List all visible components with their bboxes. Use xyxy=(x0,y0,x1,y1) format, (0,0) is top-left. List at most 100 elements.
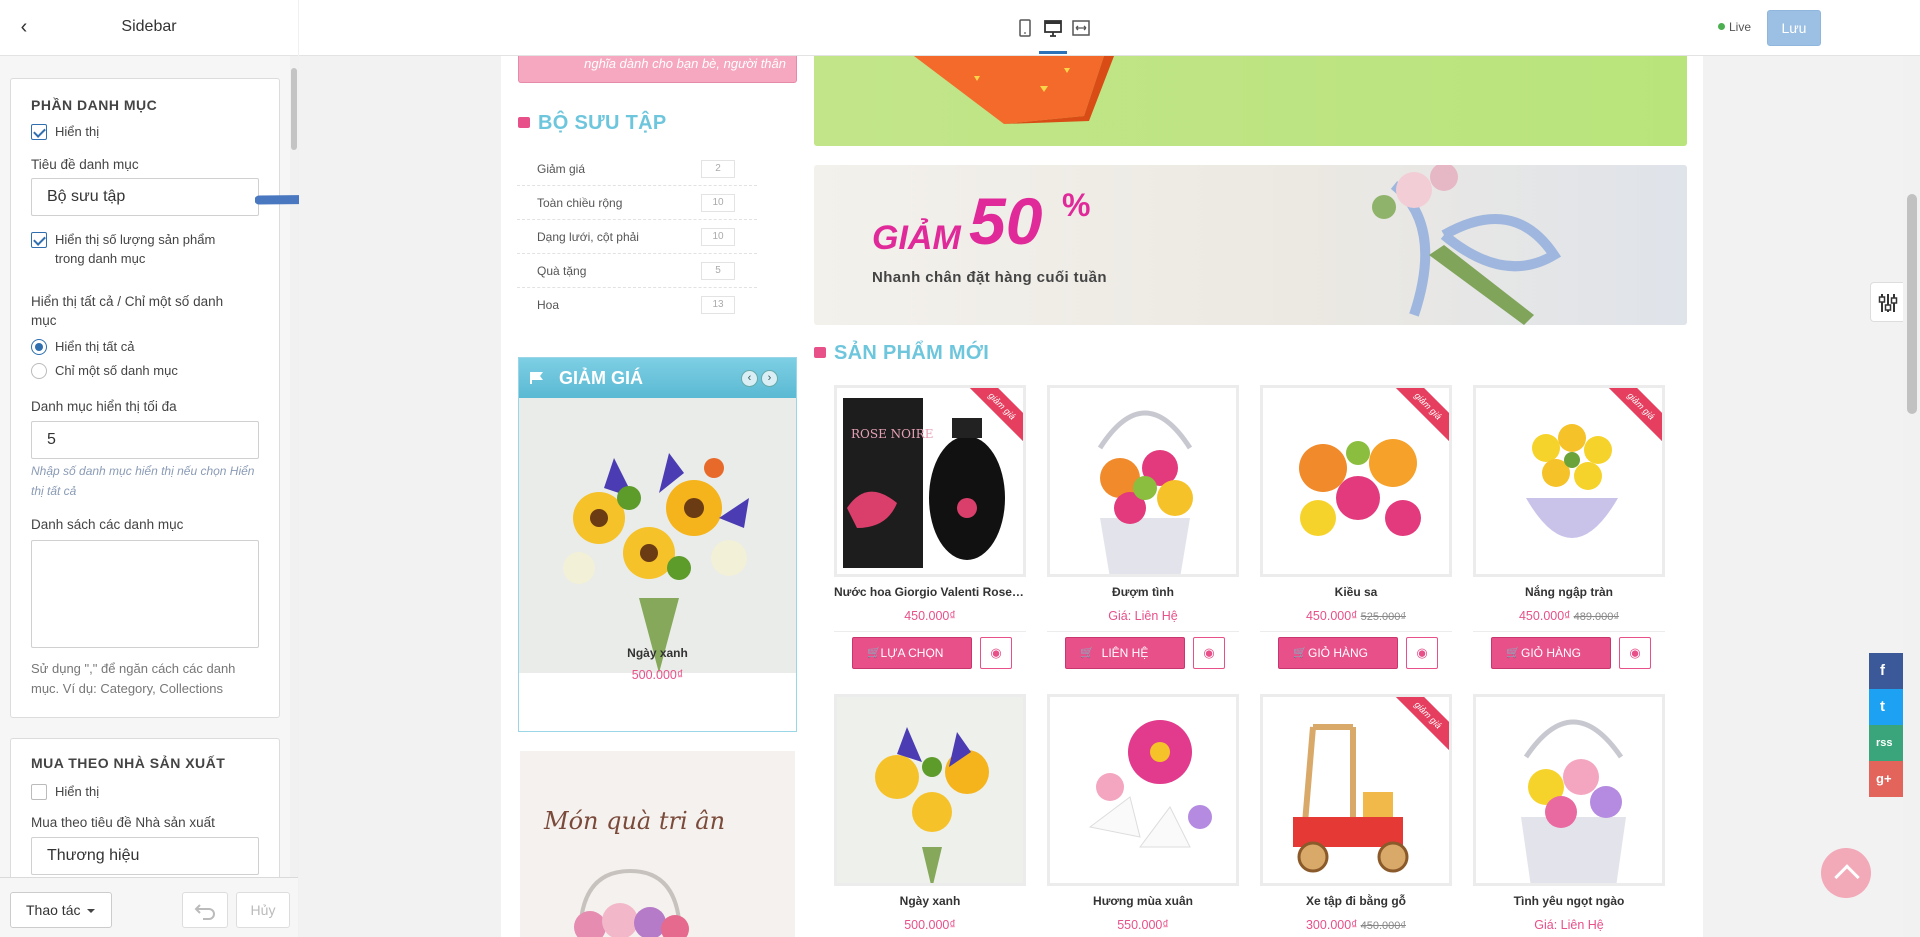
category-row[interactable]: Giảm giá 2 xyxy=(517,152,757,186)
back-to-top-button[interactable] xyxy=(1821,848,1871,898)
product-image[interactable]: ROSE NOIRE giảm giá xyxy=(834,385,1026,577)
show-count-checkbox[interactable] xyxy=(31,232,47,248)
product-name[interactable]: Ngày xanh xyxy=(834,894,1026,908)
prev-arrow-button[interactable]: ‹ xyxy=(741,370,758,387)
twitter-icon[interactable]: t xyxy=(1869,689,1903,725)
product-name[interactable]: Nước hoa Giorgio Valenti Rose Noire xyxy=(834,585,1026,599)
mobile-view-button[interactable] xyxy=(1011,14,1039,42)
sale-banner-percent-sign: % xyxy=(1062,187,1091,223)
category-row[interactable]: Toàn chiều rộng 10 xyxy=(517,186,757,220)
product-price: 300.000₫ 450.000₫ xyxy=(1260,918,1452,932)
product-current-price: 300.000₫ xyxy=(1305,918,1358,932)
desktop-icon xyxy=(1044,20,1062,37)
sale-product-name[interactable]: Ngày xanh xyxy=(519,646,796,660)
scope-some-radio[interactable] xyxy=(31,363,47,379)
flower-basket-image xyxy=(1476,697,1662,883)
product-image[interactable] xyxy=(1473,694,1665,886)
category-row[interactable]: Quà tặng 5 xyxy=(517,254,757,288)
actions-dropdown[interactable]: Thao tác xyxy=(10,892,112,928)
editor-scroll-area: PHẦN DANH MỤC Hiển thị Tiêu đề danh mục … xyxy=(0,56,298,877)
product-image[interactable]: giảm giá xyxy=(1260,385,1452,577)
preview-scrollbar-thumb[interactable] xyxy=(1907,194,1917,414)
product-image[interactable] xyxy=(1047,694,1239,886)
category-list-textarea[interactable] xyxy=(31,540,259,648)
scope-all-radio[interactable] xyxy=(31,339,47,355)
max-categories-label: Danh mục hiển thị tối đa xyxy=(31,399,177,414)
max-categories-hint-line2: thị tất cả xyxy=(31,484,77,498)
cancel-button[interactable]: Hủy xyxy=(236,892,290,928)
preview-scrollbar[interactable] xyxy=(1903,56,1920,937)
promo-banner[interactable]: nghĩa dành cho bạn bè, người thân xyxy=(518,56,797,83)
quick-view-icon[interactable]: ◉ xyxy=(1193,637,1225,669)
flower-basket-image xyxy=(574,868,689,937)
category-name: Giảm giá xyxy=(537,162,586,176)
product-price: Giá: Liên Hệ xyxy=(1473,918,1665,932)
gift-box-image xyxy=(914,56,1114,124)
next-arrow-button[interactable]: › xyxy=(761,370,778,387)
theme-settings-button[interactable] xyxy=(1870,282,1904,322)
gift-box-banner[interactable] xyxy=(814,56,1687,146)
product-old-price: 525.000₫ xyxy=(1360,611,1407,623)
product-image[interactable] xyxy=(834,694,1026,886)
fullwidth-view-button[interactable] xyxy=(1067,14,1095,42)
show-category-checkbox[interactable] xyxy=(31,124,47,140)
flower-bouquet-image[interactable] xyxy=(519,398,796,673)
product-name[interactable]: Xe tập đi bằng gỗ xyxy=(1260,894,1452,908)
product-name[interactable]: Tình yêu ngọt ngào xyxy=(1473,894,1665,908)
product-divider xyxy=(834,631,1026,632)
contact-button[interactable]: LIÊN HỆ xyxy=(1065,637,1185,669)
quick-view-icon[interactable]: ◉ xyxy=(1406,637,1438,669)
sale-widget: GIẢM GIÁ ‹ › Ngày xanh 500.000₫ xyxy=(518,357,797,732)
choose-button[interactable]: LỰA CHỌN xyxy=(852,637,972,669)
category-row[interactable]: Hoa 13 xyxy=(517,288,757,322)
product-image[interactable]: giảm giá xyxy=(1473,385,1665,577)
desktop-view-button[interactable] xyxy=(1039,14,1067,54)
category-count: 2 xyxy=(701,160,735,178)
quick-view-icon[interactable]: ◉ xyxy=(980,637,1012,669)
product-name[interactable]: Đượm tình xyxy=(1047,585,1239,599)
quick-view-icon[interactable]: ◉ xyxy=(1619,637,1651,669)
save-button[interactable]: Lưu xyxy=(1767,10,1821,46)
product-name[interactable]: Hương mùa xuân xyxy=(1047,894,1239,908)
product-image[interactable] xyxy=(1047,385,1239,577)
vendor-section-title: MUA THEO NHÀ SẢN XUẤT xyxy=(31,755,226,771)
category-list-label: Danh sách các danh mục xyxy=(31,517,184,532)
add-to-cart-button[interactable]: GIỎ HÀNG xyxy=(1491,637,1611,669)
vendor-title-input[interactable]: Thương hiệu xyxy=(31,837,259,875)
product-current-price: Giá: Liên Hệ xyxy=(1534,918,1604,932)
category-count: 5 xyxy=(701,262,735,280)
top-toolbar: Live Lưu xyxy=(299,0,1920,56)
product-price: 550.000₫ xyxy=(1047,918,1239,932)
max-categories-input[interactable]: 5 xyxy=(31,421,259,459)
show-count-label-line1: Hiển thị số lượng sản phẩm xyxy=(55,232,216,247)
sale-widget-header: GIẢM GIÁ ‹ › xyxy=(519,358,796,398)
product-divider xyxy=(1047,631,1239,632)
category-title-input[interactable]: Bộ sưu tập xyxy=(31,178,259,216)
product-name[interactable]: Kiều sa xyxy=(1260,585,1452,599)
collection-heading: BỘ SƯU TẬP xyxy=(518,112,667,135)
show-category-label: Hiển thị xyxy=(55,124,100,139)
product-price: 450.000₫ xyxy=(834,609,1026,623)
product-image[interactable]: giảm giá xyxy=(1260,694,1452,886)
category-name: Dạng lưới, cột phải xyxy=(537,230,639,244)
product-current-price: Giá: Liên Hệ xyxy=(1108,609,1178,623)
category-name: Quà tặng xyxy=(537,264,587,278)
product-name[interactable]: Nắng ngập tràn xyxy=(1473,585,1665,599)
facebook-icon[interactable]: f xyxy=(1869,653,1903,689)
vendor-section-card: MUA THEO NHÀ SẢN XUẤT Hiển thị Mua theo … xyxy=(10,738,280,877)
editor-panel: ‹ Sidebar PHẦN DANH MỤC Hiển thị Tiêu đề… xyxy=(0,0,298,937)
sale-50-banner[interactable]: GIẢM 50 % Nhanh chân đặt hàng cuối tuần xyxy=(814,165,1687,325)
google-plus-icon[interactable]: g+ xyxy=(1869,761,1903,797)
category-list-help-line2: mục. Ví dụ: Category, Collections xyxy=(31,681,223,696)
undo-button[interactable] xyxy=(182,892,228,928)
rss-icon[interactable]: rss xyxy=(1869,725,1903,761)
editor-scrollbar-thumb[interactable] xyxy=(291,68,297,150)
sale-widget-title: GIẢM GIÁ xyxy=(559,368,643,388)
show-vendor-label: Hiển thị xyxy=(55,784,100,799)
show-vendor-checkbox[interactable] xyxy=(31,784,47,800)
add-to-cart-button[interactable]: GIỎ HÀNG xyxy=(1278,637,1398,669)
category-section-title: PHẦN DANH MỤC xyxy=(31,97,158,113)
category-title-label: Tiêu đề danh mục xyxy=(31,157,139,172)
thank-you-gift-banner[interactable]: Món quà tri ân xyxy=(520,751,795,937)
category-row[interactable]: Dạng lưới, cột phải 10 xyxy=(517,220,757,254)
